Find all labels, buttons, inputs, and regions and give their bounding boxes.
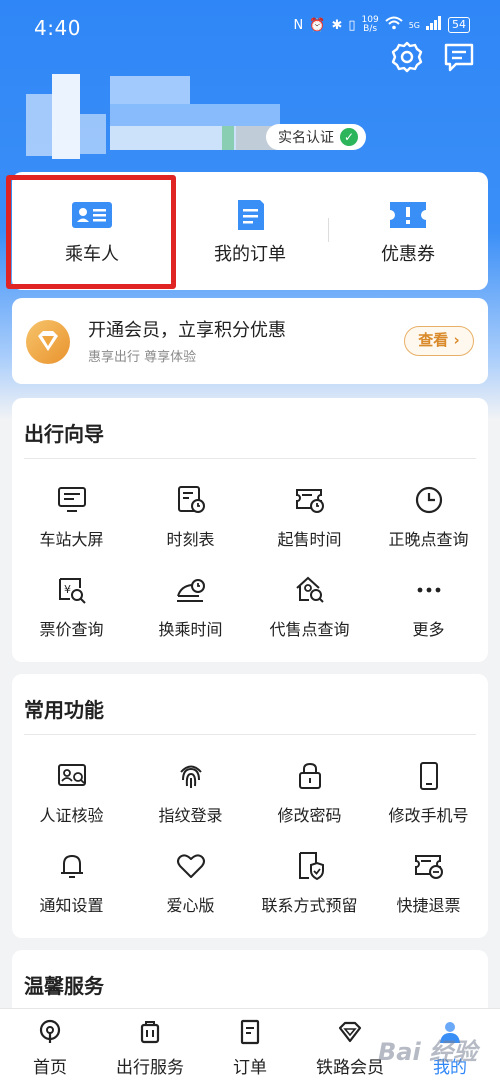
status-icons: N ⏰ ✱ ▯ 109 B/s 5G 54 — [294, 16, 470, 34]
grid-item-notification-settings[interactable]: 通知设置 — [12, 850, 131, 930]
divider — [24, 734, 476, 735]
grid-item-timetable[interactable]: 时刻表 — [131, 484, 250, 564]
grid-item-id-verify[interactable]: 人证核验 — [12, 760, 131, 840]
order-icon — [240, 1019, 260, 1045]
common-functions-section: 常用功能 人证核验 指纹登录 修改密码 修改手机号 通知设置 爱心版 联系方式预… — [12, 674, 488, 938]
fare-search-icon: ¥ — [59, 578, 86, 604]
timetable-icon — [178, 486, 205, 513]
wifi-icon — [385, 16, 403, 34]
battery-indicator: 54 — [448, 17, 470, 33]
vibrate-icon: ▯ — [348, 17, 356, 33]
nav-orders[interactable]: 订单 — [200, 1009, 300, 1084]
svg-text:¥: ¥ — [64, 583, 71, 596]
travel-guide-section: 出行向导 车站大屏 时刻表 起售时间 正晚点查询 ¥ 票价查询 换乘时间 代售点… — [12, 398, 488, 662]
nav-home[interactable]: 首页 — [0, 1009, 100, 1084]
membership-banner[interactable]: 开通会员，立享积分优惠 惠享出行 尊享体验 查看 › — [12, 298, 488, 384]
quick-refund-icon — [415, 855, 443, 879]
home-train-icon — [39, 1019, 61, 1043]
contact-shield-icon — [299, 852, 324, 881]
coupon-icon — [388, 200, 428, 230]
verified-badge: 实名认证 ✓ — [266, 124, 366, 150]
monitor-icon — [58, 487, 86, 512]
ticket-clock-icon — [296, 489, 324, 513]
transfer-train-icon — [177, 579, 205, 602]
membership-view-button[interactable]: 查看 › — [404, 326, 474, 356]
chevron-right-icon: › — [453, 331, 460, 349]
quick-action-label: 优惠券 — [381, 244, 435, 265]
divider — [24, 458, 476, 459]
status-bar: 4:40 N ⏰ ✱ ▯ 109 B/s 5G 54 — [0, 0, 500, 56]
check-icon: ✓ — [340, 128, 358, 146]
diamond-icon — [338, 1021, 362, 1043]
membership-subtitle: 惠享出行 尊享体验 — [88, 350, 197, 365]
membership-title: 开通会员，立享积分优惠 — [88, 320, 286, 341]
nfc-icon: N — [293, 17, 304, 33]
phone-icon — [420, 762, 438, 790]
luggage-icon — [140, 1021, 160, 1044]
net-speed: 109 B/s — [361, 15, 379, 34]
diamond-badge-icon — [26, 320, 70, 364]
grid-item-fare-query[interactable]: ¥ 票价查询 — [12, 574, 131, 654]
lock-icon — [299, 762, 321, 789]
bell-icon — [61, 854, 83, 878]
status-time: 4:40 — [34, 16, 81, 40]
more-icon — [417, 587, 441, 593]
quick-action-coupons[interactable]: 优惠券 — [328, 172, 488, 290]
grid-item-change-password[interactable]: 修改密码 — [250, 760, 369, 840]
clock-icon — [415, 486, 443, 514]
nav-travel-services[interactable]: 出行服务 — [100, 1009, 200, 1084]
grid-item-contact-reserve[interactable]: 联系方式预留 — [250, 850, 369, 930]
grid-item-care-mode[interactable]: 爱心版 — [131, 850, 250, 930]
quick-action-orders[interactable]: 我的订单 — [170, 172, 330, 290]
grid-item-delay-query[interactable]: 正晚点查询 — [369, 484, 488, 564]
grid-item-quick-refund[interactable]: 快捷退票 — [369, 850, 488, 930]
annotation-highlight-box — [6, 175, 176, 289]
grid-item-fingerprint-login[interactable]: 指纹登录 — [131, 760, 250, 840]
grid-item-change-phone[interactable]: 修改手机号 — [369, 760, 488, 840]
quick-action-label: 我的订单 — [214, 244, 286, 265]
grid-item-agency-query[interactable]: 代售点查询 — [250, 574, 369, 654]
bluetooth-icon: ✱ — [331, 17, 343, 33]
id-verify-icon — [58, 764, 86, 786]
settings-icon[interactable] — [390, 40, 424, 74]
message-icon[interactable] — [442, 40, 476, 74]
grid-item-transfer-time[interactable]: 换乘时间 — [131, 574, 250, 654]
user-profile-blurred[interactable] — [26, 74, 386, 169]
alarm-icon: ⏰ — [309, 17, 326, 33]
grid-item-sale-time[interactable]: 起售时间 — [250, 484, 369, 564]
fingerprint-icon — [180, 765, 202, 788]
section-title: 常用功能 — [24, 698, 104, 722]
verified-label: 实名认证 — [278, 130, 334, 146]
grid-item-station-screen[interactable]: 车站大屏 — [12, 484, 131, 564]
section-title: 温馨服务 — [24, 974, 104, 998]
agency-search-icon — [296, 576, 324, 603]
heart-icon — [177, 854, 205, 878]
watermark: Bai 经验 — [378, 1038, 478, 1066]
signal-icon — [426, 16, 442, 34]
grid-item-more[interactable]: 更多 — [369, 574, 488, 654]
order-doc-icon — [230, 200, 270, 230]
section-title: 出行向导 — [24, 422, 104, 446]
network-type: 5G — [408, 20, 420, 30]
